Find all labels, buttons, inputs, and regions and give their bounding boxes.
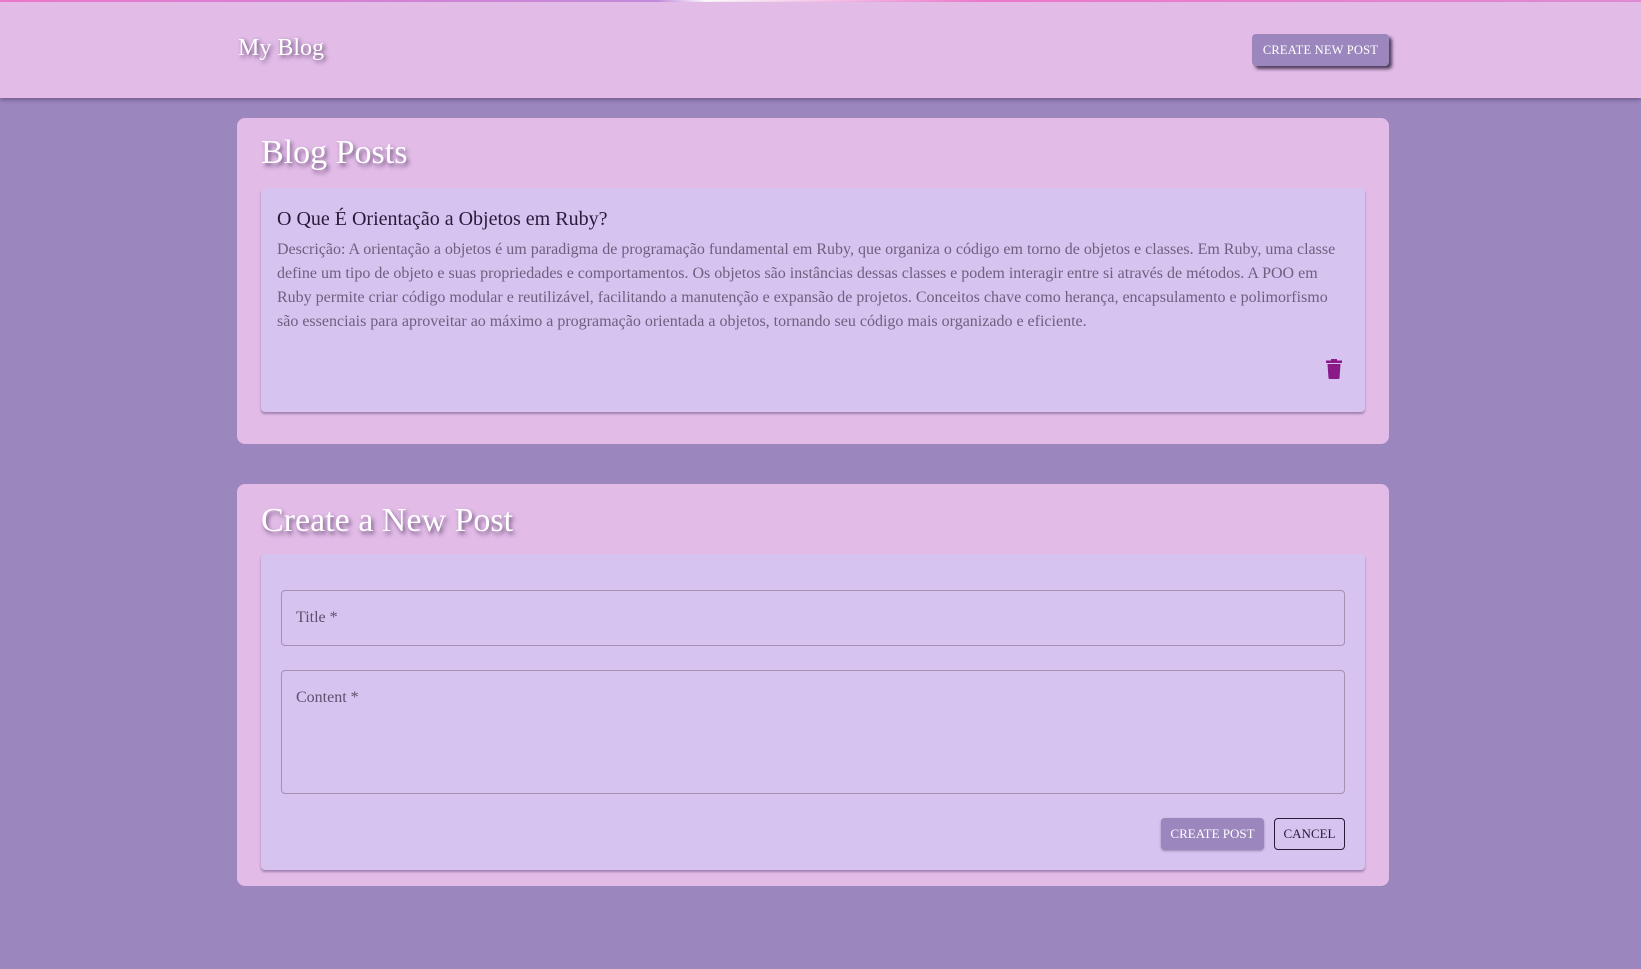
title-input-label: Title * [296,609,338,626]
delete-post-button[interactable] [1321,356,1347,382]
trash-icon [1326,359,1342,379]
blog-posts-panel: Blog Posts O Que É Orientação a Objetos … [237,118,1389,444]
post-card: O Que É Orientação a Objetos em Ruby? De… [261,188,1365,412]
post-title: O Que É Orientação a Objetos em Ruby? [277,208,608,230]
create-post-form: Title * Content * CREATE POST CANCEL [261,554,1365,870]
create-new-post-button[interactable]: CREATE NEW POST [1252,34,1389,66]
app-bar: My Blog CREATE NEW POST [0,2,1641,98]
blog-posts-heading: Blog Posts [261,134,408,171]
post-description: Descrição: A orientação a objetos é um p… [277,241,1336,330]
create-post-heading: Create a New Post [261,502,514,539]
create-post-panel: Create a New Post Title * Content * CREA… [237,484,1389,886]
title-input[interactable]: Title * [281,590,1345,646]
content-textarea[interactable]: Content * [281,670,1345,794]
create-post-button[interactable]: CREATE POST [1161,818,1264,850]
brand-title[interactable]: My Blog [238,35,324,62]
content-textarea-label: Content * [296,689,359,706]
cancel-button[interactable]: CANCEL [1274,818,1345,850]
